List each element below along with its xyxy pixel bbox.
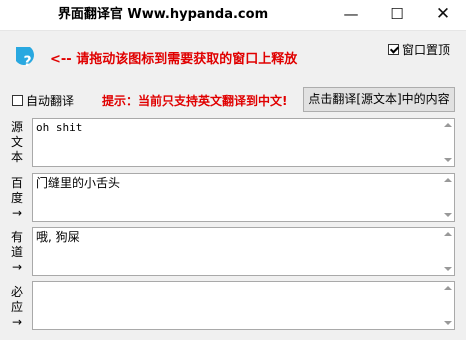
youdao-textbox[interactable]: 哦, 狗屎 bbox=[32, 227, 455, 276]
scroll-up-icon[interactable] bbox=[443, 232, 452, 236]
source-text: oh shit bbox=[36, 121, 83, 134]
baidu-label: 百度→ bbox=[10, 176, 23, 220]
baidu-textbox[interactable]: 门缝里的小舌头 bbox=[32, 173, 455, 222]
title-bar[interactable]: 界面翻译官 Www.hypanda.com — ☐ ✕ bbox=[0, 0, 466, 31]
youdao-label: 有道→ bbox=[10, 230, 23, 274]
scroll-down-icon[interactable] bbox=[443, 158, 452, 162]
youdao-scrollbar[interactable] bbox=[441, 228, 454, 275]
source-label: 源文本 bbox=[10, 120, 23, 164]
maximize-button[interactable]: ☐ bbox=[374, 0, 420, 30]
youdao-text: 哦, 狗屎 bbox=[36, 230, 80, 244]
bing-textbox[interactable] bbox=[32, 281, 455, 330]
svg-text:?: ? bbox=[23, 54, 31, 70]
scroll-up-icon[interactable] bbox=[443, 178, 452, 182]
bing-scrollbar[interactable] bbox=[441, 282, 454, 329]
notice-text: 提示：当前只支持英文翻译到中文! bbox=[102, 94, 288, 108]
auto-translate-label: 自动翻译 bbox=[26, 94, 75, 108]
source-textbox[interactable]: oh shit bbox=[32, 118, 455, 167]
topmost-checkbox[interactable]: 窗口置顶 bbox=[388, 41, 450, 58]
scroll-up-icon[interactable] bbox=[443, 123, 452, 127]
source-scrollbar[interactable] bbox=[441, 119, 454, 166]
drag-hint-text: <-- 请拖动该图标到需要获取的窗口上释放 bbox=[50, 52, 298, 67]
scroll-down-icon[interactable] bbox=[443, 213, 452, 217]
close-button[interactable]: ✕ bbox=[420, 0, 466, 30]
minimize-button[interactable]: — bbox=[328, 0, 374, 30]
window-title: 界面翻译官 Www.hypanda.com bbox=[57, 7, 269, 22]
translate-button[interactable]: 点击翻译[源文本]中的内容 bbox=[303, 87, 455, 112]
baidu-text: 门缝里的小舌头 bbox=[36, 176, 121, 190]
auto-translate-check-box[interactable] bbox=[12, 95, 23, 106]
baidu-scrollbar[interactable] bbox=[441, 174, 454, 221]
topmost-label: 窗口置顶 bbox=[402, 43, 451, 57]
question-drop-icon[interactable]: ? bbox=[12, 43, 42, 73]
topmost-check-box[interactable] bbox=[388, 44, 399, 55]
auto-translate-checkbox[interactable]: 自动翻译 bbox=[12, 92, 74, 109]
scroll-down-icon[interactable] bbox=[443, 267, 452, 271]
scroll-down-icon[interactable] bbox=[443, 321, 452, 325]
scroll-up-icon[interactable] bbox=[443, 286, 452, 290]
bing-label: 必应→ bbox=[10, 285, 23, 329]
